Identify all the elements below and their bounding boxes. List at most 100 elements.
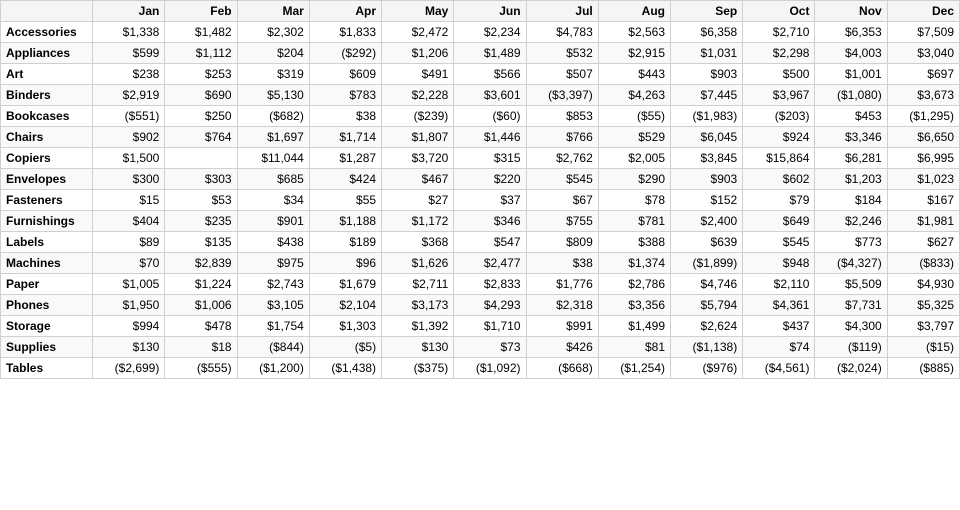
value-cell: ($1,138) xyxy=(671,337,743,358)
value-cell: $250 xyxy=(165,106,237,127)
value-cell: $388 xyxy=(598,232,670,253)
value-cell: $315 xyxy=(454,148,526,169)
value-cell: $1,172 xyxy=(382,211,454,232)
value-cell: $2,711 xyxy=(382,274,454,295)
value-cell: $2,477 xyxy=(454,253,526,274)
value-cell: $38 xyxy=(309,106,381,127)
table-row: Supplies$130$18($844)($5)$130$73$426$81(… xyxy=(1,337,960,358)
value-cell: $1,807 xyxy=(382,127,454,148)
value-cell: $507 xyxy=(526,64,598,85)
value-cell: $4,293 xyxy=(454,295,526,316)
value-cell: $1,112 xyxy=(165,43,237,64)
value-cell: $2,563 xyxy=(598,22,670,43)
value-cell: $130 xyxy=(382,337,454,358)
value-cell: $4,361 xyxy=(743,295,815,316)
category-header xyxy=(1,1,93,22)
table-row: Binders$2,919$690$5,130$783$2,228$3,601(… xyxy=(1,85,960,106)
value-cell: $547 xyxy=(454,232,526,253)
value-cell: ($551) xyxy=(93,106,165,127)
month-header-oct: Oct xyxy=(743,1,815,22)
value-cell: $903 xyxy=(671,64,743,85)
value-cell: $3,797 xyxy=(887,316,959,337)
value-cell: $1,489 xyxy=(454,43,526,64)
value-cell: $627 xyxy=(887,232,959,253)
table-row: Furnishings$404$235$901$1,188$1,172$346$… xyxy=(1,211,960,232)
value-cell: $1,031 xyxy=(671,43,743,64)
value-cell: $189 xyxy=(309,232,381,253)
value-cell: ($1,080) xyxy=(815,85,887,106)
value-cell: $1,754 xyxy=(237,316,309,337)
table-row: Fasteners$15$53$34$55$27$37$67$78$152$79… xyxy=(1,190,960,211)
table-row: Accessories$1,338$1,482$2,302$1,833$2,47… xyxy=(1,22,960,43)
category-cell: Labels xyxy=(1,232,93,253)
value-cell: $609 xyxy=(309,64,381,85)
value-cell: $453 xyxy=(815,106,887,127)
value-cell: $1,710 xyxy=(454,316,526,337)
value-cell: $3,040 xyxy=(887,43,959,64)
value-cell: $96 xyxy=(309,253,381,274)
month-header-feb: Feb xyxy=(165,1,237,22)
value-cell: $404 xyxy=(93,211,165,232)
value-cell: $7,509 xyxy=(887,22,959,43)
value-cell: $975 xyxy=(237,253,309,274)
month-header-jul: Jul xyxy=(526,1,598,22)
value-cell: $2,318 xyxy=(526,295,598,316)
value-cell: $1,950 xyxy=(93,295,165,316)
value-cell: $901 xyxy=(237,211,309,232)
value-cell: $783 xyxy=(309,85,381,106)
value-cell: $5,509 xyxy=(815,274,887,295)
value-cell: $2,919 xyxy=(93,85,165,106)
value-cell: $478 xyxy=(165,316,237,337)
value-cell: ($119) xyxy=(815,337,887,358)
value-cell: $6,281 xyxy=(815,148,887,169)
value-cell: $426 xyxy=(526,337,598,358)
value-cell: ($1,254) xyxy=(598,358,670,379)
value-cell: $2,104 xyxy=(309,295,381,316)
value-cell: $766 xyxy=(526,127,598,148)
table-row: Art$238$253$319$609$491$566$507$443$903$… xyxy=(1,64,960,85)
value-cell: ($4,561) xyxy=(743,358,815,379)
value-cell: $1,499 xyxy=(598,316,670,337)
category-cell: Phones xyxy=(1,295,93,316)
value-cell: ($885) xyxy=(887,358,959,379)
sales-table: JanFebMarAprMayJunJulAugSepOctNovDec Acc… xyxy=(0,0,960,379)
category-cell: Fasteners xyxy=(1,190,93,211)
table-row: Paper$1,005$1,224$2,743$1,679$2,711$2,83… xyxy=(1,274,960,295)
month-header-sep: Sep xyxy=(671,1,743,22)
value-cell: $6,650 xyxy=(887,127,959,148)
value-cell: $319 xyxy=(237,64,309,85)
value-cell: $6,045 xyxy=(671,127,743,148)
value-cell: $3,967 xyxy=(743,85,815,106)
category-cell: Binders xyxy=(1,85,93,106)
value-cell: $4,003 xyxy=(815,43,887,64)
value-cell: $1,206 xyxy=(382,43,454,64)
value-cell: $4,783 xyxy=(526,22,598,43)
category-cell: Supplies xyxy=(1,337,93,358)
value-cell: $991 xyxy=(526,316,598,337)
category-cell: Furnishings xyxy=(1,211,93,232)
value-cell: ($833) xyxy=(887,253,959,274)
value-cell: $1,482 xyxy=(165,22,237,43)
value-cell: $5,130 xyxy=(237,85,309,106)
value-cell: ($239) xyxy=(382,106,454,127)
value-cell: $1,833 xyxy=(309,22,381,43)
value-cell: ($55) xyxy=(598,106,670,127)
value-cell: $368 xyxy=(382,232,454,253)
value-cell: $1,338 xyxy=(93,22,165,43)
category-cell: Accessories xyxy=(1,22,93,43)
value-cell: $924 xyxy=(743,127,815,148)
value-cell: $639 xyxy=(671,232,743,253)
table-row: Storage$994$478$1,754$1,303$1,392$1,710$… xyxy=(1,316,960,337)
value-cell: ($1,200) xyxy=(237,358,309,379)
value-cell: $602 xyxy=(743,169,815,190)
month-header-jun: Jun xyxy=(454,1,526,22)
value-cell: $994 xyxy=(93,316,165,337)
value-cell: $15,864 xyxy=(743,148,815,169)
value-cell: $809 xyxy=(526,232,598,253)
month-header-mar: Mar xyxy=(237,1,309,22)
table-row: Envelopes$300$303$685$424$467$220$545$29… xyxy=(1,169,960,190)
value-cell: $1,697 xyxy=(237,127,309,148)
value-cell: ($4,327) xyxy=(815,253,887,274)
value-cell: $3,720 xyxy=(382,148,454,169)
value-cell: $220 xyxy=(454,169,526,190)
